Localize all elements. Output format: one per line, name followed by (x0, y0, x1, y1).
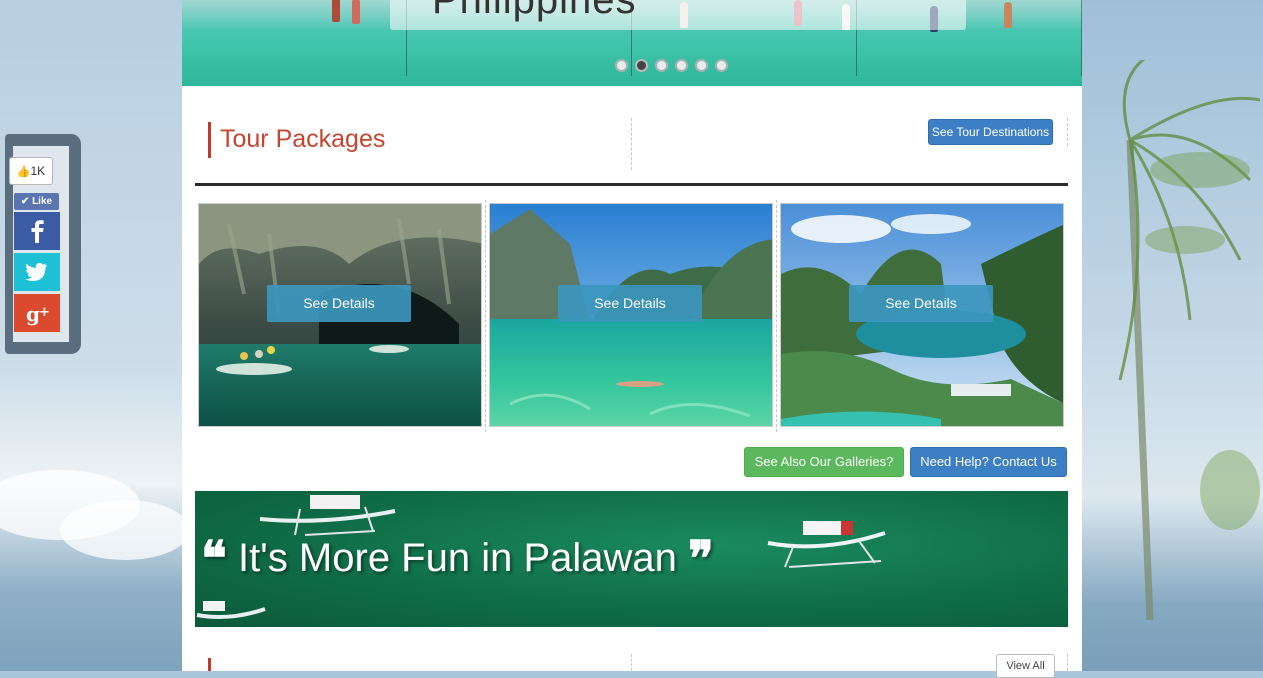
header-dashed-divider (631, 118, 632, 170)
cloud (60, 500, 190, 560)
like-count: 1K (30, 164, 46, 178)
boat-image (196, 601, 266, 619)
header-dashed-divider (1067, 654, 1068, 671)
like-button[interactable]: ✔ Like (14, 193, 59, 210)
hero-caption-text: Philippines (432, 0, 637, 22)
svg-text:g: g (26, 302, 40, 326)
section-rule (195, 183, 1068, 186)
slider-dots (615, 59, 728, 72)
svg-text:+: + (39, 305, 50, 320)
boat-image (767, 521, 886, 568)
slider-dot[interactable] (715, 59, 728, 72)
slider-dot[interactable] (675, 59, 688, 72)
like-label: Like (32, 196, 53, 207)
palawan-banner: ❝ It's More Fun in Palawan ❞ (195, 491, 1068, 627)
next-section-accent-bar (208, 658, 211, 671)
main-content: Philippines Tour Packages See Tour Desti… (182, 0, 1082, 678)
banner-slogan-text: It's More Fun in Palawan (237, 536, 677, 580)
header-dashed-divider (1067, 118, 1068, 146)
slider-dot[interactable] (615, 59, 628, 72)
twitter-icon (25, 263, 47, 281)
tour-card-lagoon[interactable]: See Details (489, 203, 773, 427)
slider-dot-active[interactable] (635, 59, 648, 72)
hero-divider (1081, 0, 1082, 76)
section-accent-bar (208, 122, 211, 158)
section-title: Tour Packages (220, 125, 386, 153)
beach-person (332, 0, 340, 22)
hero-caption: Philippines (390, 0, 966, 30)
slider-dot[interactable] (655, 59, 668, 72)
banner-slogan: ❝ It's More Fun in Palawan ❞ (201, 531, 714, 587)
see-details-button[interactable]: See Details (558, 285, 702, 322)
slider-dot[interactable] (695, 59, 708, 72)
beach-person (352, 0, 360, 24)
header-dashed-divider (631, 654, 632, 671)
google-plus-icon: g + (26, 302, 50, 326)
see-tour-destinations-button[interactable]: See Tour Destinations (928, 119, 1053, 145)
palm-tree-image (1118, 60, 1260, 620)
check-icon: ✔ (20, 196, 30, 207)
google-plus-share-button[interactable]: g + (14, 294, 60, 332)
card-dashed-divider (776, 200, 777, 432)
see-details-button[interactable]: See Details (267, 285, 411, 322)
close-quote-icon: ❞ (688, 531, 714, 587)
open-quote-icon: ❝ (201, 531, 227, 587)
twitter-share-button[interactable] (14, 253, 60, 291)
beach-person (1004, 2, 1012, 28)
view-all-button[interactable]: View All (996, 654, 1055, 678)
like-count-bubble: 👍1K (9, 157, 53, 185)
see-galleries-button[interactable]: See Also Our Galleries? (744, 447, 904, 477)
tour-card-underground-river[interactable]: See Details (198, 203, 482, 427)
facebook-share-button[interactable] (14, 212, 60, 250)
contact-us-button[interactable]: Need Help? Contact Us (910, 447, 1067, 477)
see-details-button[interactable]: See Details (849, 285, 993, 322)
hero-slider: Philippines (182, 0, 1082, 86)
tour-card-island-lake[interactable]: See Details (780, 203, 1064, 427)
thumbs-up-icon: 👍 (16, 166, 31, 178)
facebook-icon (31, 220, 44, 243)
card-dashed-divider (485, 200, 486, 432)
